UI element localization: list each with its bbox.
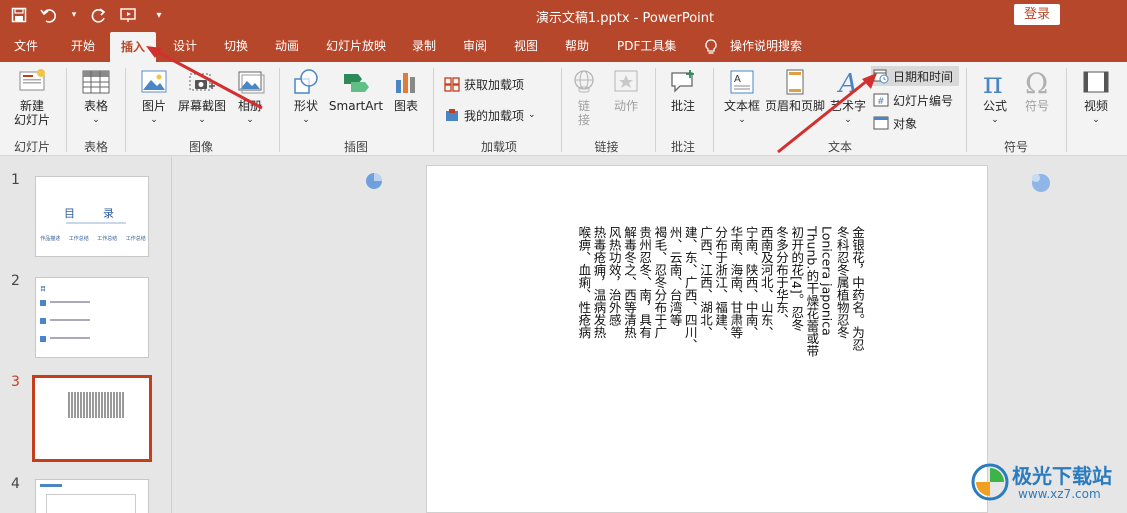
watermark: 极光下载站 www.xz7.com	[970, 458, 1120, 510]
annotation-arrows	[146, 46, 877, 154]
watermark-name: 极光下载站	[1012, 464, 1112, 488]
watermark-logo-icon	[971, 463, 1009, 501]
watermark-url: www.xz7.com	[1018, 487, 1101, 501]
annotation-arrow-to-datetime	[777, 73, 877, 154]
annotation-arrow-to-insert-tab	[146, 46, 263, 110]
